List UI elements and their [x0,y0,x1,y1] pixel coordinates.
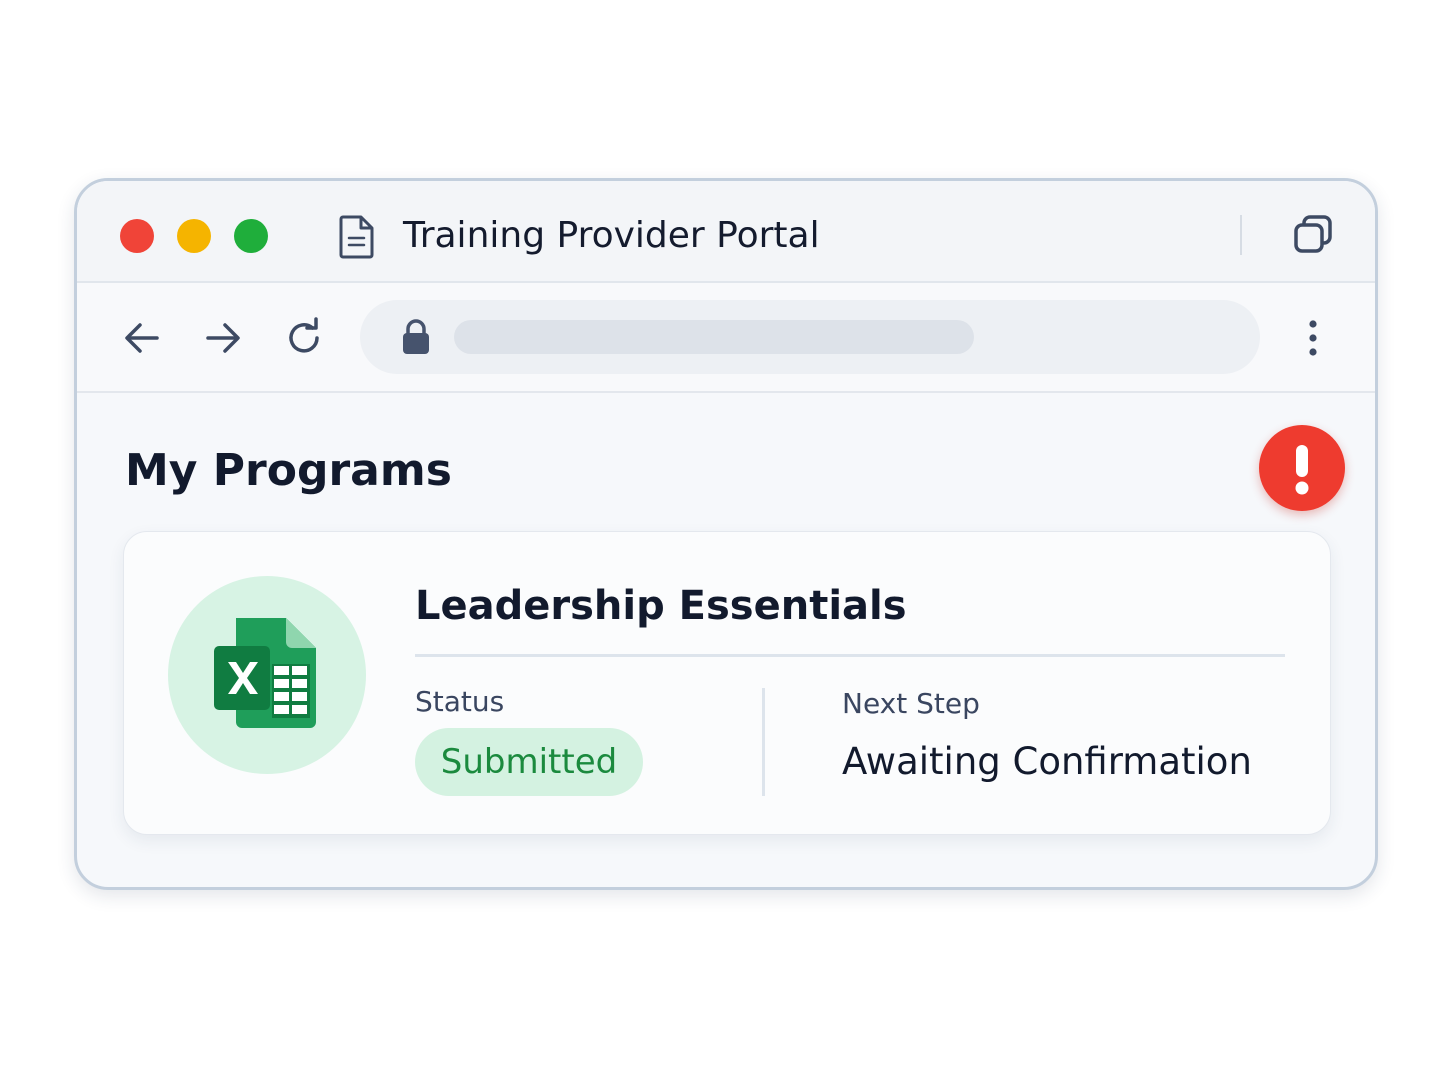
program-name[interactable]: Leadership Essentials [415,580,907,632]
url-text [454,320,974,354]
page-title: My Programs [125,445,452,496]
alert-badge[interactable] [1259,425,1345,511]
status-badge: Submitted [415,728,643,796]
arrow-right-icon[interactable] [202,317,244,359]
browser-window: Training Provider Portal My Programs Lea… [74,178,1378,890]
program-avatar [168,576,366,774]
reload-icon[interactable] [283,317,325,359]
exclamation-icon [1295,445,1309,495]
document-icon [337,214,377,260]
close-window-button[interactable] [120,219,154,253]
lock-icon [400,318,432,356]
restore-window-icon[interactable] [1291,213,1335,257]
title-bar: Training Provider Portal [77,181,1375,283]
column-divider [762,688,765,796]
arrow-left-icon[interactable] [121,317,163,359]
kebab-menu-icon[interactable] [1299,317,1327,359]
browser-toolbar [77,283,1375,393]
next-step-value: Awaiting Confirmation [842,740,1252,783]
next-step-label: Next Step [842,687,980,720]
address-bar[interactable] [360,300,1260,374]
excel-spreadsheet-icon [214,618,318,728]
title-divider [1240,215,1242,255]
maximize-window-button[interactable] [234,219,268,253]
program-card[interactable]: Leadership Essentials Status Submitted N… [123,531,1331,835]
minimize-window-button[interactable] [177,219,211,253]
status-label: Status [415,685,505,718]
window-title: Training Provider Portal [403,215,820,256]
card-divider [415,654,1285,657]
